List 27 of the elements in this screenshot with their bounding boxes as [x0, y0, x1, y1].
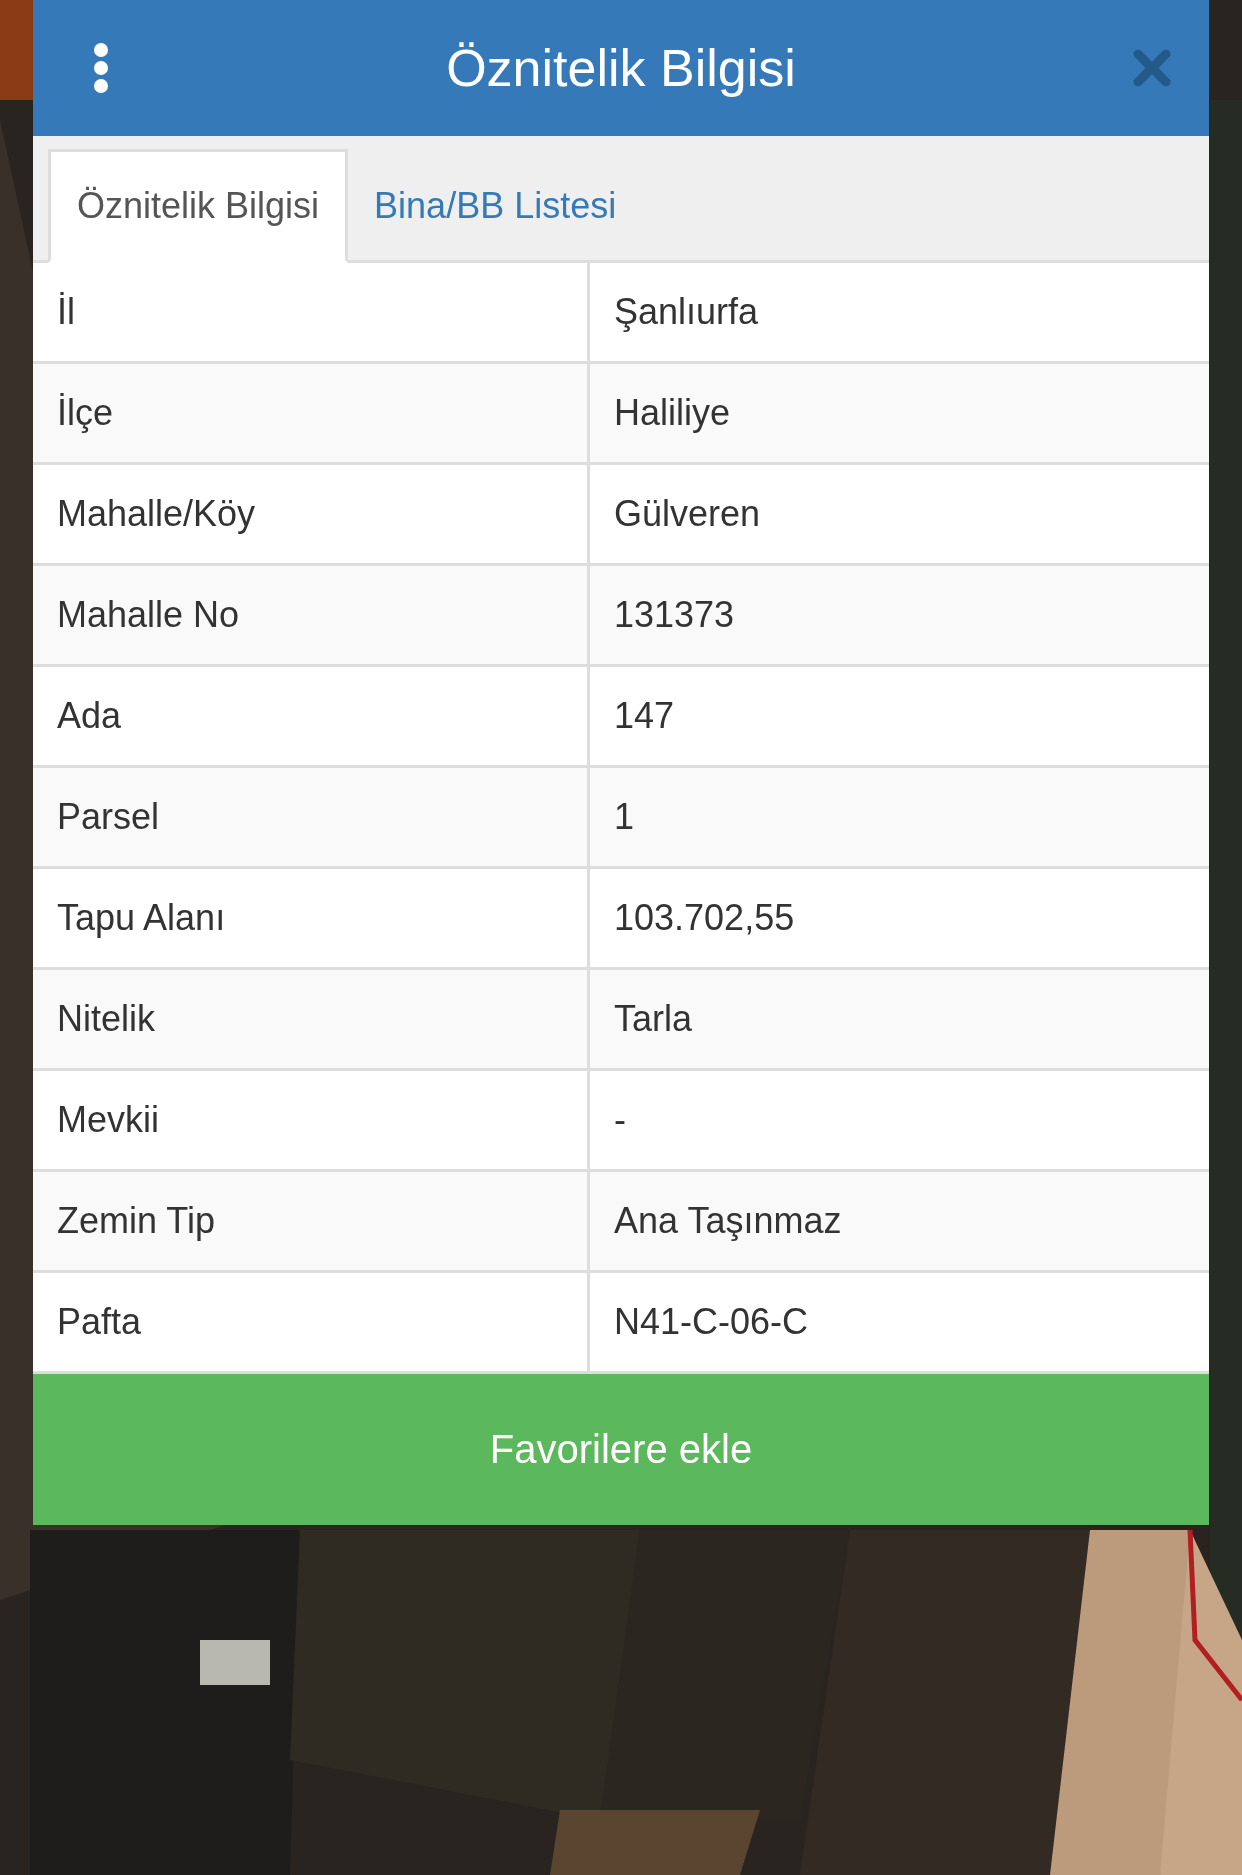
table-cell: N41-C-06-C: [587, 1273, 1209, 1371]
dialog-title: Öznitelik Bilgisi: [445, 38, 797, 98]
table-cell: Haliliye: [587, 364, 1209, 462]
table-cell: Gülveren: [587, 465, 1209, 563]
table-cell-text: İl: [56, 290, 76, 334]
table-cell-text: Mahalle No: [56, 593, 241, 637]
table-cell: 103.702,55: [587, 869, 1209, 967]
table-cell: 147: [587, 667, 1209, 765]
table-cell: Tarla: [587, 970, 1209, 1068]
more-icon[interactable]: [93, 42, 109, 94]
table-cell-text: Parsel: [56, 795, 161, 839]
table-cell: 131373: [587, 566, 1209, 664]
add-favorites-button[interactable]: Favorilere ekle: [33, 1374, 1209, 1525]
table-cell-text: Nitelik: [56, 997, 156, 1041]
table-cell: -: [587, 1071, 1209, 1169]
table-cell-text: Pafta: [56, 1300, 143, 1344]
tab[interactable]: Öznitelik Bilgisi: [48, 149, 349, 263]
table-cell-text: Zemin Tip: [56, 1199, 217, 1243]
table-cell: 1: [587, 768, 1209, 866]
table-cell-text: Ada: [56, 694, 123, 738]
table-cell-text: Mahalle/Köy: [56, 492, 257, 536]
table-cell-text: Mevkii: [56, 1098, 160, 1142]
tab[interactable]: Bina/BB Listesi: [348, 149, 643, 263]
table-cell-text: İlçe: [56, 391, 115, 435]
table-cell: Şanlıurfa: [587, 263, 1209, 361]
table-cell-text: Tapu Alanı: [56, 896, 227, 940]
table-cell: Ana Taşınmaz: [587, 1172, 1209, 1270]
